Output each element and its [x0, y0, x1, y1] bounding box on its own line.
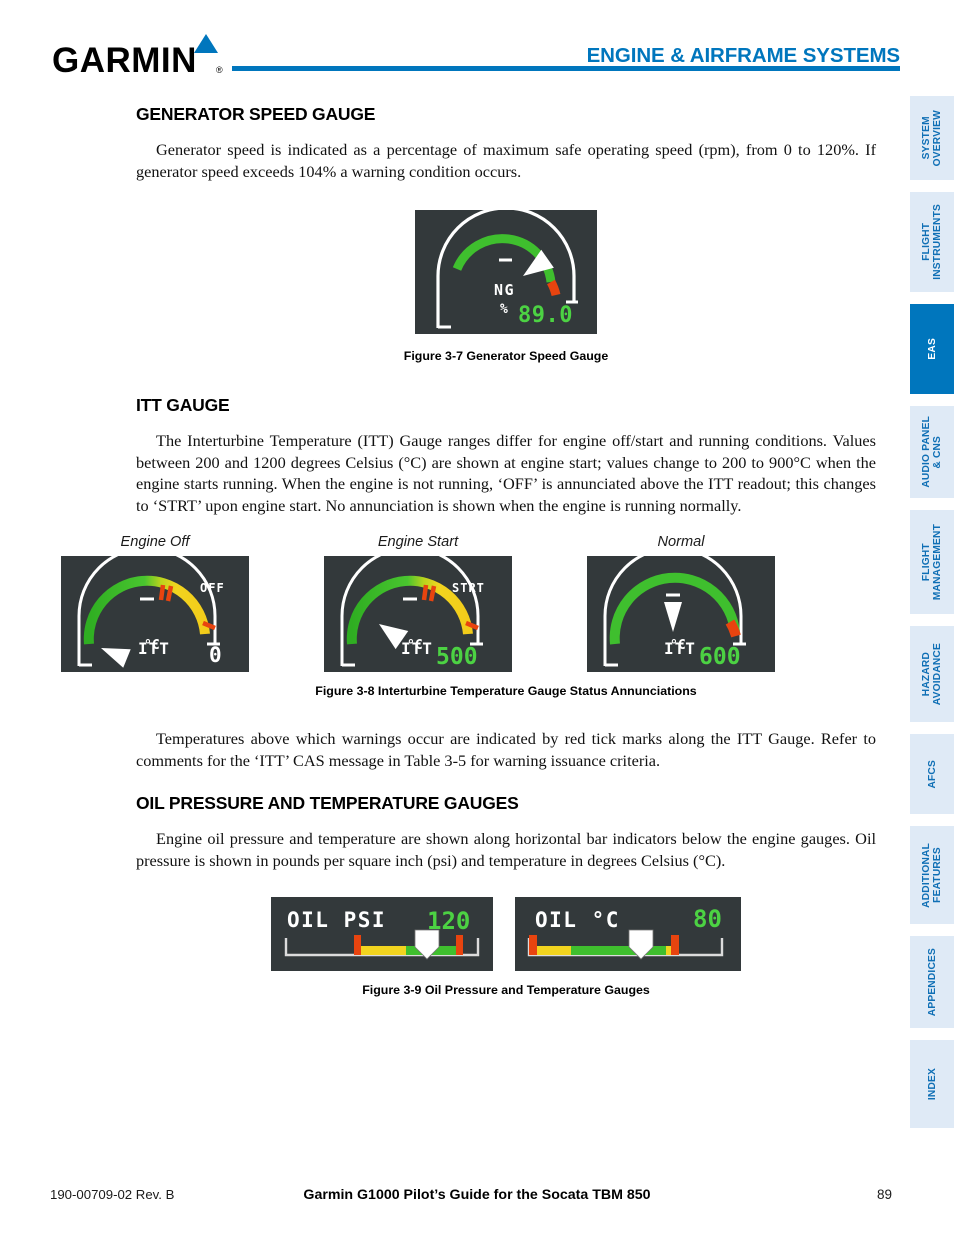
page-content: GENERATOR SPEED GAUGE Generator speed is…: [61, 104, 876, 997]
page-number: 89: [876, 1187, 892, 1202]
itt-annunciation-engine-start: STRT: [452, 581, 485, 595]
itt-annunciation-engine-off: OFF: [200, 581, 225, 595]
itt-gauge-normal-title: Normal: [657, 534, 705, 550]
sidebar-item-label: INDEX: [926, 1067, 938, 1101]
sidebar-item-afcs[interactable]: AFCS: [910, 734, 954, 814]
figure-3-8-caption: Figure 3-8 Interturbine Temperature Gaug…: [315, 684, 697, 698]
sidebar-item-label: APPENDICES: [926, 947, 938, 1017]
paragraph-oil-pressure-temperature: Engine oil pressure and temperature are …: [136, 829, 876, 870]
sidebar-item-label: FLIGHT MANAGEMENT: [921, 523, 943, 601]
figure-3-7: NG % 89.0 Figure 3-7 Generator Speed Gau…: [136, 206, 876, 363]
heading-itt-gauge: ITT GAUGE: [136, 395, 230, 415]
sidebar-item-label: FLIGHT INSTRUMENTS: [921, 204, 943, 280]
itt-gauge-engine-off: Engine Off ITT °C OFF 0: [48, 534, 262, 672]
garmin-logo-text: GARMIN: [52, 41, 197, 80]
itt-units-engine-start: °C: [407, 638, 423, 653]
heading-generator-speed-gauge: GENERATOR SPEED GAUGE: [136, 104, 376, 124]
paragraph-itt-warnings: Temperatures above which warnings occur …: [136, 729, 876, 770]
sidebar-item-additional-features[interactable]: ADDITIONAL FEATURES: [910, 826, 954, 924]
itt-units-normal: °C: [670, 638, 686, 653]
oil-temperature-label: OIL °C: [535, 908, 620, 932]
garmin-triangle-icon: [194, 34, 218, 53]
sidebar-item-label: AUDIO PANEL & CNS: [921, 416, 943, 488]
itt-gauge-engine-start-image: ITT °C STRT 500: [324, 546, 512, 672]
itt-gauge-engine-start: Engine Start ITT °C STRT 500: [311, 534, 525, 672]
itt-gauge-engine-off-image: ITT °C OFF 0: [61, 546, 249, 672]
oil-psi-gauge-image: OIL PSI 120: [271, 897, 493, 971]
sidebar-item-system-overview[interactable]: SYSTEM OVERVIEW: [910, 96, 954, 180]
itt-gauge-normal: Normal ITT °C 600: [574, 534, 788, 672]
sidebar-item-hazard-avoidance[interactable]: HAZARD AVOIDANCE: [910, 626, 954, 722]
sidebar-item-label: SYSTEM OVERVIEW: [921, 109, 943, 167]
sidebar-item-eas[interactable]: EAS: [910, 304, 954, 394]
itt-units-engine-off: °C: [144, 638, 160, 653]
figure-3-9-caption: Figure 3-9 Oil Pressure and Temperature …: [362, 983, 650, 997]
sidebar-item-flight-instruments[interactable]: FLIGHT INSTRUMENTS: [910, 192, 954, 292]
sidebar-item-index[interactable]: INDEX: [910, 1040, 954, 1128]
itt-readout-engine-start: 500: [436, 644, 478, 670]
page-footer: 190-00709-02 Rev. B Garmin G1000 Pilot’s…: [0, 1187, 954, 1209]
itt-gauge-engine-start-title: Engine Start: [377, 534, 459, 550]
sidebar-item-label: ADDITIONAL FEATURES: [921, 842, 943, 908]
section-tab-rail: SYSTEM OVERVIEW FLIGHT INSTRUMENTS EAS A…: [906, 96, 954, 1140]
figure-3-7-caption: Figure 3-7 Generator Speed Gauge: [403, 349, 609, 363]
page-title: ENGINE & AIRFRAME SYSTEMS: [586, 44, 900, 67]
itt-gauge-engine-off-title: Engine Off: [120, 534, 190, 550]
sidebar-item-audio-panel-cns[interactable]: AUDIO PANEL & CNS: [910, 406, 954, 498]
ng-units-label: %: [500, 302, 508, 317]
sidebar-item-label: AFCS: [926, 759, 938, 789]
ng-label: NG: [494, 281, 515, 299]
oil-gauge-row: OIL PSI 120 OIL °C 80: [136, 897, 876, 971]
oil-temperature-readout-value: 80: [693, 905, 722, 933]
document-title: Garmin G1000 Pilot’s Guide for the Socat…: [303, 1187, 651, 1203]
heading-oil-pressure-temperature: OIL PRESSURE AND TEMPERATURE GAUGES: [136, 793, 519, 813]
paragraph-generator-speed: Generator speed is indicated as a percen…: [136, 140, 876, 181]
itt-gauge-row: Engine Off ITT °C OFF 0 Engine Start ITT…: [48, 534, 788, 672]
ng-readout-value: 89.0: [518, 303, 573, 328]
generator-speed-gauge-image: NG % 89.0: [415, 206, 597, 334]
sidebar-item-label: EAS: [926, 338, 938, 360]
paragraph-itt-gauge: The Interturbine Temperature (ITT) Gauge…: [136, 431, 876, 515]
sidebar-item-label: HAZARD AVOIDANCE: [921, 642, 943, 706]
itt-readout-normal: 600: [699, 644, 741, 670]
itt-readout-engine-off: 0: [209, 643, 222, 667]
garmin-logo: GARMIN ®: [52, 32, 224, 80]
oil-psi-label: OIL PSI: [287, 908, 386, 932]
figure-3-8: Engine Off ITT °C OFF 0 Engine Start ITT…: [61, 534, 876, 698]
page-header: GARMIN ® ENGINE & AIRFRAME SYSTEMS: [0, 0, 954, 92]
sidebar-item-flight-management[interactable]: FLIGHT MANAGEMENT: [910, 510, 954, 614]
oil-temperature-gauge-image: OIL °C 80: [515, 897, 741, 971]
figure-3-9: OIL PSI 120 OIL °C 80 Figure 3-9 Oil Pre…: [136, 897, 876, 997]
itt-gauge-normal-image: ITT °C 600: [587, 546, 775, 672]
sidebar-item-appendices[interactable]: APPENDICES: [910, 936, 954, 1028]
registered-mark-icon: ®: [216, 65, 223, 75]
